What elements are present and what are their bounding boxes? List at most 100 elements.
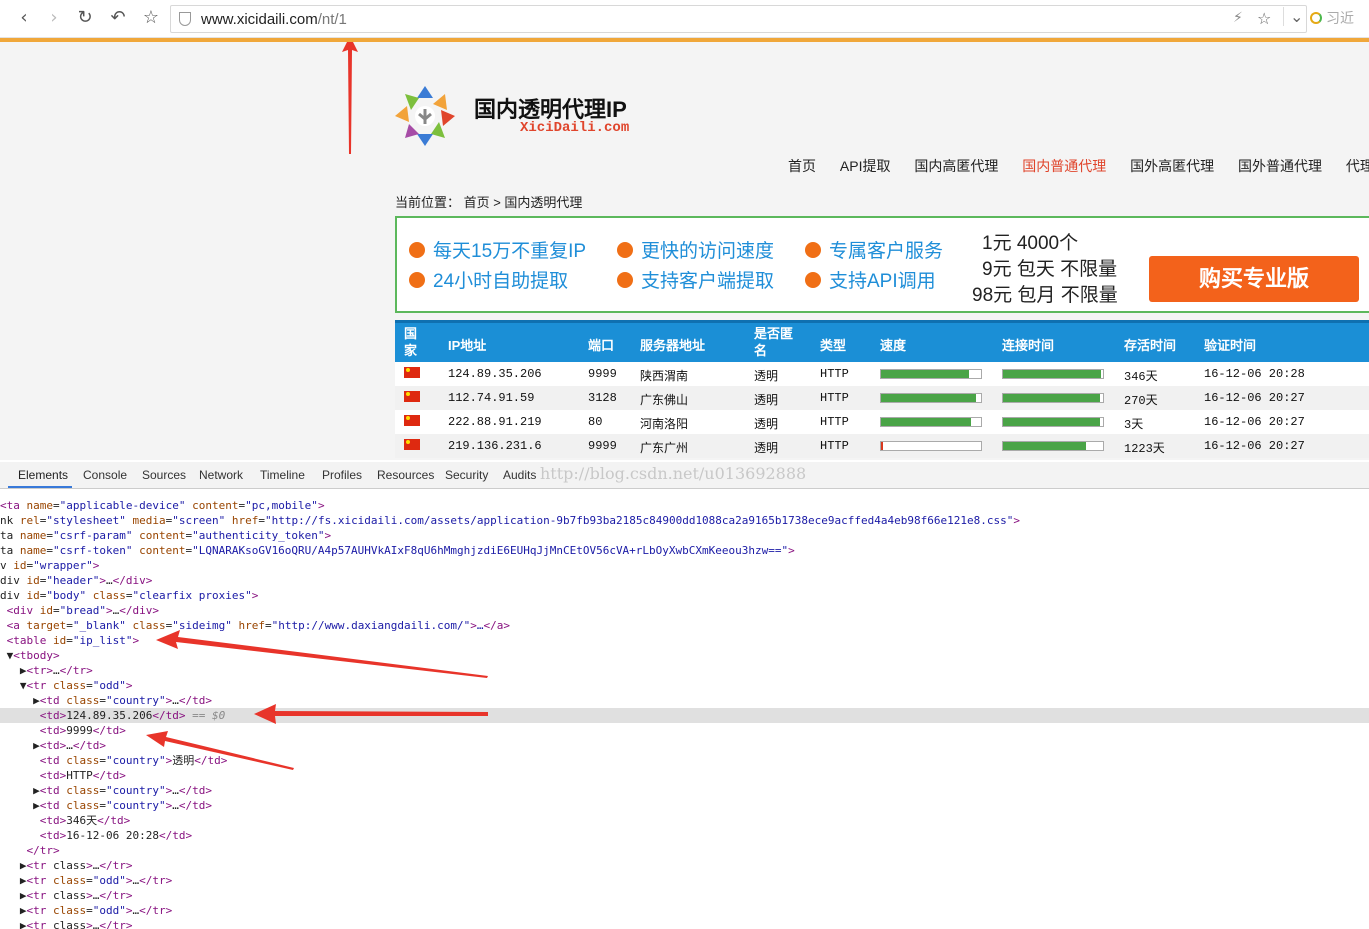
col-country: 国家 [404, 326, 418, 358]
url-text[interactable]: www.xicidaili.com/nt/1 [201, 11, 347, 28]
dom-node-line[interactable]: ▶<td class="country">…</td> [0, 693, 1369, 708]
back-icon[interactable]: ‹ [12, 6, 36, 30]
cell-anonymity: 透明 [754, 442, 779, 456]
cell-type: HTTP [820, 391, 849, 405]
search-box[interactable]: 习近 [1310, 8, 1354, 28]
tab-network[interactable]: Network [199, 468, 243, 482]
dom-node-line[interactable]: ▶<tr class>…</tr> [0, 888, 1369, 903]
tab-elements[interactable]: Elements [18, 468, 68, 482]
cell-type: HTTP [820, 415, 849, 429]
dom-node-line[interactable]: <ta name="applicable-device" content="pc… [0, 498, 1369, 513]
buy-pro-button[interactable]: 购买专业版 [1149, 256, 1359, 302]
nav-proxy-small[interactable]: 代理小 [1346, 158, 1369, 174]
nav-api[interactable]: API提取 [840, 158, 891, 174]
ip-list-table: 国家 IP地址 端口 服务器地址 是否匿名 类型 速度 连接时间 存活时间 验证… [395, 320, 1369, 458]
speed-bar-fill [881, 442, 883, 450]
nav-foreign-normal[interactable]: 国外普通代理 [1238, 158, 1322, 174]
cell-port: 80 [588, 415, 603, 429]
col-anonymity: 是否匿名 [754, 326, 794, 358]
speed-bar-fill [881, 418, 971, 426]
dom-node-line[interactable]: nk rel="stylesheet" media="screen" href=… [0, 513, 1369, 528]
china-flag-icon [404, 439, 420, 450]
speed-bar [880, 393, 982, 403]
tab-console[interactable]: Console [83, 468, 127, 482]
cell-port: 9999 [588, 367, 617, 381]
bolt-icon[interactable]: ⚡ [1233, 10, 1243, 26]
dom-node-line[interactable]: <td>346天</td> [0, 813, 1369, 828]
dom-node-line[interactable]: ▶<tr class>…</tr> [0, 858, 1369, 873]
shield-icon [179, 12, 191, 26]
bullet-dot [617, 272, 633, 288]
dom-node-line[interactable]: <table id="ip_list"> [0, 633, 1369, 648]
cell-location: 陕西渭南 [640, 370, 689, 384]
dom-node-line[interactable]: div id="body" class="clearfix proxies"> [0, 588, 1369, 603]
cell-anonymity: 透明 [754, 394, 779, 408]
cell-type: HTTP [820, 367, 849, 381]
dom-node-line[interactable]: </tr> [0, 843, 1369, 858]
dom-node-line[interactable]: <td>9999</td> [0, 723, 1369, 738]
table-row: 124.89.35.206 9999 陕西渭南 透明 HTTP 346天 16-12-06 … [395, 362, 1369, 386]
address-bar[interactable]: www.xicidaili.com/nt/1 ⚡ ☆ ⌄ [170, 5, 1307, 33]
dom-node-line[interactable]: <td>124.89.35.206</td> == $0 [0, 708, 1369, 723]
dom-node-line[interactable]: ▶<tr>…</tr> [0, 663, 1369, 678]
tab-resources[interactable]: Resources [377, 468, 434, 482]
dom-node-line[interactable]: ▶<td class="country">…</td> [0, 783, 1369, 798]
nav-home[interactable]: 首页 [788, 158, 816, 174]
cell-port: 9999 [588, 439, 617, 453]
bookmark-star-icon[interactable]: ☆ [139, 6, 163, 30]
dom-node-line[interactable]: <a target="_blank" class="sideimg" href=… [0, 618, 1369, 633]
cell-ip: 112.74.91.59 [448, 391, 535, 405]
dom-node-line[interactable]: ▼<tr class="odd"> [0, 678, 1369, 693]
tab-profiles[interactable]: Profiles [322, 468, 362, 482]
cell-type: HTTP [820, 439, 849, 453]
conn-time-bar-fill [1003, 394, 1100, 402]
conn-time-bar-fill [1003, 442, 1086, 450]
dom-node-line[interactable]: ta name="csrf-token" content="LQNARAKsoG… [0, 543, 1369, 558]
dom-node-line[interactable]: div id="header">…</div> [0, 573, 1369, 588]
cell-verified: 16-12-06 20:27 [1204, 439, 1305, 453]
nav-domestic-elite[interactable]: 国内高匿代理 [914, 158, 998, 174]
url-domain: www.xicidaili.com [201, 11, 318, 28]
dom-node-line[interactable]: <td>16-12-06 20:28</td> [0, 828, 1369, 843]
promo-banner[interactable]: 每天15万不重复IP 更快的访问速度 专属客户服务 24小时自助提取 支持客户端… [395, 216, 1369, 313]
dom-node-line[interactable]: ▶<tr class="odd">…</tr> [0, 873, 1369, 888]
promo-item: 每天15万不重复IP [409, 236, 586, 263]
nav-foreign-elite[interactable]: 国外高匿代理 [1130, 158, 1214, 174]
elements-panel[interactable]: <ta name="applicable-device" content="pc… [0, 490, 1369, 929]
tab-sources[interactable]: Sources [142, 468, 186, 482]
tab-audits[interactable]: Audits [503, 468, 536, 482]
cell-alive: 346天 [1124, 370, 1158, 384]
cell-verified: 16-12-06 20:27 [1204, 415, 1305, 429]
conn-time-bar [1002, 441, 1104, 451]
bullet-dot [805, 242, 821, 258]
dom-node-line[interactable]: ta name="csrf-param" content="authentici… [0, 528, 1369, 543]
conn-time-bar [1002, 417, 1104, 427]
dom-node-line[interactable]: v id="wrapper"> [0, 558, 1369, 573]
dom-node-line[interactable]: ▶<td class="country">…</td> [0, 798, 1369, 813]
promo-item-text: 每天15万不重复IP [433, 241, 587, 262]
dropdown-icon[interactable]: ⌄ [1283, 7, 1303, 26]
active-tab-indicator [8, 486, 72, 488]
china-flag-icon [404, 415, 420, 426]
dom-node-line[interactable]: <td>HTTP</td> [0, 768, 1369, 783]
dom-node-line[interactable]: <div id="bread">…</div> [0, 603, 1369, 618]
dom-node-line[interactable]: ▼<tbody> [0, 648, 1369, 663]
dom-node-line[interactable]: ▶<tr class>…</tr> [0, 918, 1369, 929]
dom-node-line[interactable]: <td class="country">透明</td> [0, 753, 1369, 768]
dom-node-line[interactable]: ▶<td>…</td> [0, 738, 1369, 753]
cell-verified: 16-12-06 20:27 [1204, 391, 1305, 405]
forward-icon[interactable]: › [42, 6, 66, 30]
favorite-star-icon[interactable]: ☆ [1257, 9, 1271, 28]
tab-security[interactable]: Security [445, 468, 488, 482]
cell-ip: 124.89.35.206 [448, 367, 542, 381]
dom-node-line[interactable]: ▶<tr class="odd">…</tr> [0, 903, 1369, 918]
tab-timeline[interactable]: Timeline [260, 468, 305, 482]
col-ip: IP地址 [448, 338, 487, 353]
cell-location: 广东佛山 [640, 394, 689, 408]
nav-domestic-normal[interactable]: 国内普通代理 [1022, 158, 1106, 174]
china-flag-icon [404, 391, 420, 402]
promo-item: 24小时自助提取 [409, 266, 568, 293]
reload-icon[interactable]: ↻ [73, 6, 97, 30]
undo-icon[interactable]: ↶ [106, 6, 130, 30]
conn-time-bar [1002, 369, 1104, 379]
